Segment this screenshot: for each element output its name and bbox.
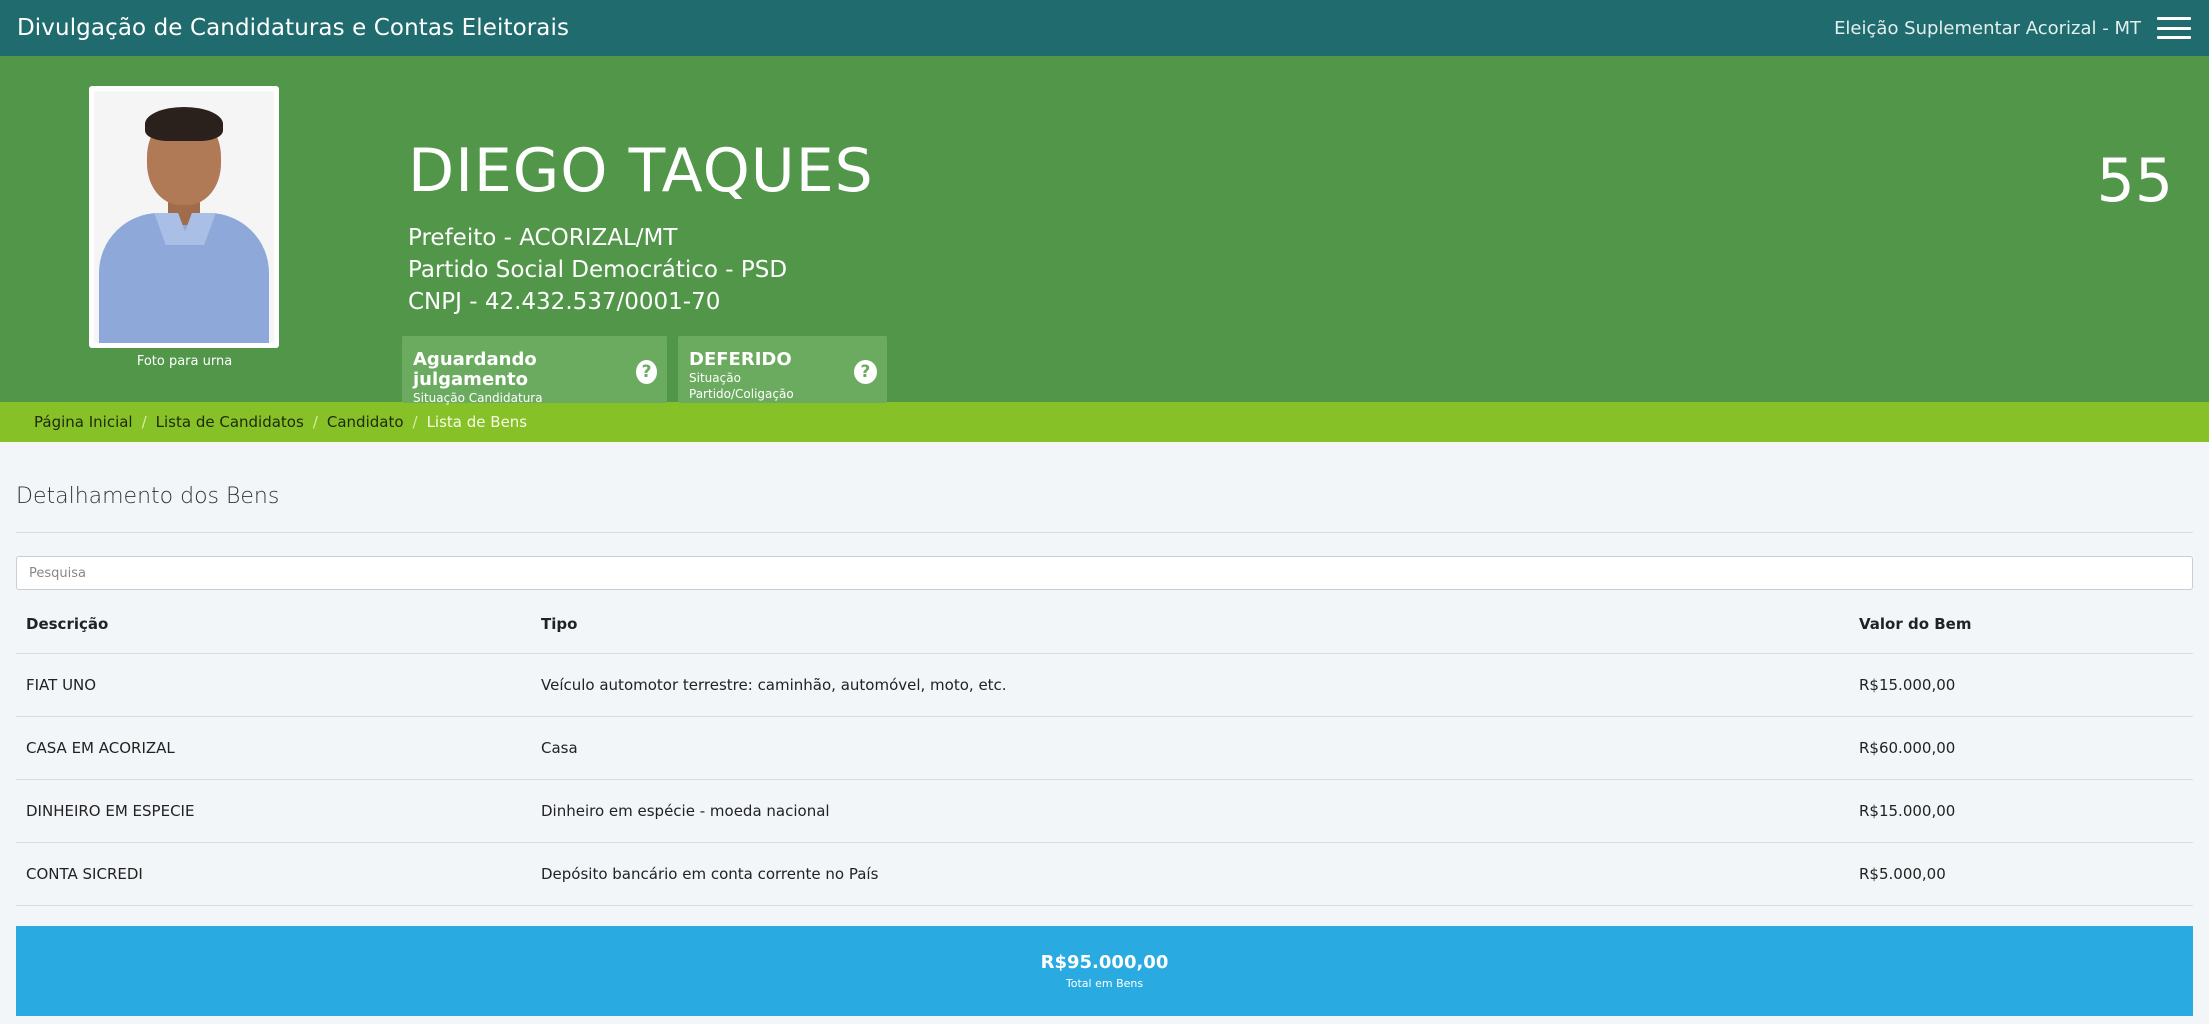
- cell-description: DINHEIRO EM ESPECIE: [16, 779, 531, 843]
- table-row: FIAT UNO Veículo automotor terrestre: ca…: [16, 653, 2193, 717]
- cell-value: R$60.000,00: [1849, 716, 2193, 780]
- table-row: CONTA SICREDI Depósito bancário em conta…: [16, 842, 2193, 906]
- table-row: CASA EM ACORIZAL Casa R$60.000,00: [16, 716, 2193, 780]
- total-assets-label: Total em Bens: [1065, 976, 1144, 990]
- cell-type: Depósito bancário em conta corrente no P…: [531, 842, 1849, 906]
- cell-description: FIAT UNO: [16, 653, 531, 717]
- breadcrumb-current: Lista de Bens: [426, 413, 528, 431]
- top-bar: Divulgação de Candidaturas e Contas Elei…: [0, 0, 2209, 56]
- candidate-details: Prefeito - ACORIZAL/MT Partido Social De…: [408, 222, 787, 318]
- candidate-office: Prefeito - ACORIZAL/MT: [408, 225, 678, 251]
- breadcrumb-separator: /: [141, 413, 147, 431]
- cell-type: Casa: [531, 716, 1849, 780]
- breadcrumb: Página Inicial / Lista de Candidatos / C…: [0, 402, 2209, 442]
- status-badges: Aguardando julgamento Situação Candidatu…: [402, 336, 887, 405]
- column-header-description[interactable]: Descrição: [16, 596, 531, 654]
- party-status-badge: DEFERIDO Situação Partido/Coligação ?: [678, 336, 887, 403]
- breadcrumb-candidate[interactable]: Candidato: [327, 413, 404, 431]
- top-bar-right: Eleição Suplementar Acorizal - MT: [1834, 17, 2191, 39]
- help-icon[interactable]: ?: [853, 360, 877, 384]
- table-header-row: Descrição Tipo Valor do Bem: [16, 596, 2193, 654]
- section-title: Detalhamento dos Bens: [16, 442, 2193, 533]
- breadcrumb-separator: /: [312, 413, 318, 431]
- candidate-header: Foto para urna DIEGO TAQUES Prefeito - A…: [0, 56, 2209, 405]
- cell-value: R$5.000,00: [1849, 842, 2193, 906]
- candidacy-status-badge: Aguardando julgamento Situação Candidatu…: [402, 336, 667, 405]
- breadcrumb-candidate-list[interactable]: Lista de Candidatos: [156, 413, 304, 431]
- photo-caption: Foto para urna: [136, 354, 233, 369]
- breadcrumb-separator: /: [412, 413, 418, 431]
- cell-value: R$15.000,00: [1849, 779, 2193, 843]
- total-assets-value: R$95.000,00: [1040, 951, 1169, 973]
- photo-frame: [89, 86, 279, 348]
- assets-table: Descrição Tipo Valor do Bem FIAT UNO Veí…: [16, 596, 2193, 906]
- table-row: DINHEIRO EM ESPECIE Dinheiro em espécie …: [16, 779, 2193, 843]
- cell-description: CASA EM ACORIZAL: [16, 716, 531, 780]
- candidate-party: Partido Social Democrático - PSD: [408, 257, 788, 283]
- party-status-label: Situação Partido/Coligação: [689, 371, 794, 401]
- assets-section: Detalhamento dos Bens Descrição Tipo Val…: [0, 442, 2209, 1016]
- candidate-name: DIEGO TAQUES: [408, 136, 874, 206]
- column-header-value[interactable]: Valor do Bem: [1849, 596, 2193, 654]
- candidacy-status-label: Situação Candidatura: [413, 391, 543, 405]
- candidate-number: 55: [2096, 146, 2173, 216]
- cell-type: Veículo automotor terrestre: caminhão, a…: [531, 653, 1849, 717]
- cell-description: CONTA SICREDI: [16, 842, 531, 906]
- candidacy-status: Aguardando julgamento: [413, 349, 537, 390]
- cell-type: Dinheiro em espécie - moeda nacional: [531, 779, 1849, 843]
- breadcrumb-home[interactable]: Página Inicial: [34, 413, 133, 431]
- cell-value: R$15.000,00: [1849, 653, 2193, 717]
- candidate-photo-card: Foto para urna: [89, 86, 280, 404]
- candidate-cnpj: CNPJ - 42.432.537/0001-70: [408, 289, 721, 315]
- search-input[interactable]: [16, 556, 2193, 590]
- candidate-photo: [94, 91, 274, 343]
- hamburger-menu-icon[interactable]: [2157, 17, 2191, 39]
- party-status: DEFERIDO: [689, 349, 792, 370]
- column-header-type[interactable]: Tipo: [531, 596, 1849, 654]
- total-assets-box: R$95.000,00 Total em Bens: [16, 925, 2193, 1016]
- election-name: Eleição Suplementar Acorizal - MT: [1834, 17, 2141, 39]
- help-icon[interactable]: ?: [636, 360, 657, 384]
- app-title[interactable]: Divulgação de Candidaturas e Contas Elei…: [17, 15, 569, 41]
